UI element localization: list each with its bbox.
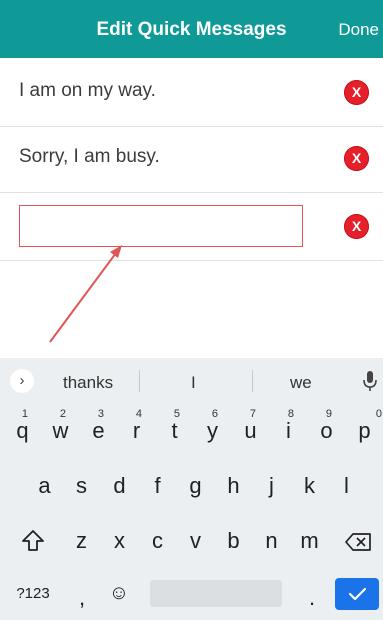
suggestion[interactable]: thanks bbox=[63, 373, 113, 393]
emoji-icon[interactable]: ☺ bbox=[106, 582, 132, 605]
key-c[interactable]: c bbox=[144, 528, 171, 554]
key-h[interactable]: h bbox=[220, 473, 247, 499]
key-l[interactable]: l bbox=[333, 473, 360, 499]
key-x[interactable]: x bbox=[106, 528, 133, 554]
key-p[interactable]: p0 bbox=[351, 408, 382, 444]
on-screen-keyboard: › thanks I we q1 w2 e3 r4 t5 y6 u7 i8 o9… bbox=[0, 358, 383, 620]
suggestion[interactable]: I bbox=[191, 373, 196, 393]
divider bbox=[139, 370, 140, 392]
checkmark-icon bbox=[348, 587, 367, 601]
new-message-input[interactable] bbox=[19, 205, 303, 247]
key-m[interactable]: m bbox=[296, 528, 323, 554]
key-z[interactable]: z bbox=[68, 528, 95, 554]
key-comma[interactable]: , bbox=[72, 585, 92, 611]
key-s[interactable]: s bbox=[68, 473, 95, 499]
suggestion-bar: › thanks I we bbox=[0, 358, 383, 404]
key-j[interactable]: j bbox=[258, 473, 285, 499]
done-button[interactable]: Done bbox=[338, 20, 379, 40]
key-u[interactable]: u7 bbox=[237, 408, 264, 444]
key-b[interactable]: b bbox=[220, 528, 247, 554]
key-period[interactable]: . bbox=[304, 585, 320, 611]
key-g[interactable]: g bbox=[182, 473, 209, 499]
key-v[interactable]: v bbox=[182, 528, 209, 554]
enter-key[interactable] bbox=[335, 578, 379, 610]
chevron-right-icon[interactable]: › bbox=[10, 369, 34, 393]
message-text[interactable]: Sorry, I am busy. bbox=[19, 146, 160, 168]
list-item: I am on my way. X bbox=[0, 58, 383, 127]
key-r[interactable]: r4 bbox=[123, 408, 150, 444]
key-n[interactable]: n bbox=[258, 528, 285, 554]
key-t[interactable]: t5 bbox=[161, 408, 188, 444]
app-header: Edit Quick Messages Done bbox=[0, 0, 383, 58]
key-o[interactable]: o9 bbox=[313, 408, 340, 444]
key-f[interactable]: f bbox=[144, 473, 171, 499]
delete-button[interactable]: X bbox=[344, 214, 369, 239]
key-k[interactable]: k bbox=[296, 473, 323, 499]
divider bbox=[252, 370, 253, 392]
page-title: Edit Quick Messages bbox=[96, 19, 287, 40]
microphone-icon[interactable] bbox=[363, 370, 377, 392]
key-q[interactable]: q1 bbox=[9, 408, 36, 444]
delete-button[interactable]: X bbox=[344, 80, 369, 105]
list-item-new: X bbox=[0, 192, 383, 261]
key-w[interactable]: w2 bbox=[47, 408, 74, 444]
key-y[interactable]: y6 bbox=[199, 408, 226, 444]
backspace-icon[interactable] bbox=[344, 532, 372, 552]
key-d[interactable]: d bbox=[106, 473, 133, 499]
list-item: Sorry, I am busy. X bbox=[0, 124, 383, 193]
space-key[interactable] bbox=[150, 580, 282, 607]
delete-button[interactable]: X bbox=[344, 146, 369, 171]
message-text[interactable]: I am on my way. bbox=[19, 80, 156, 102]
key-i[interactable]: i8 bbox=[275, 408, 302, 444]
suggestion[interactable]: we bbox=[290, 373, 312, 393]
key-e[interactable]: e3 bbox=[85, 408, 112, 444]
key-a[interactable]: a bbox=[31, 473, 58, 499]
shift-icon[interactable] bbox=[21, 528, 45, 554]
symbols-key[interactable]: ?123 bbox=[10, 585, 56, 602]
